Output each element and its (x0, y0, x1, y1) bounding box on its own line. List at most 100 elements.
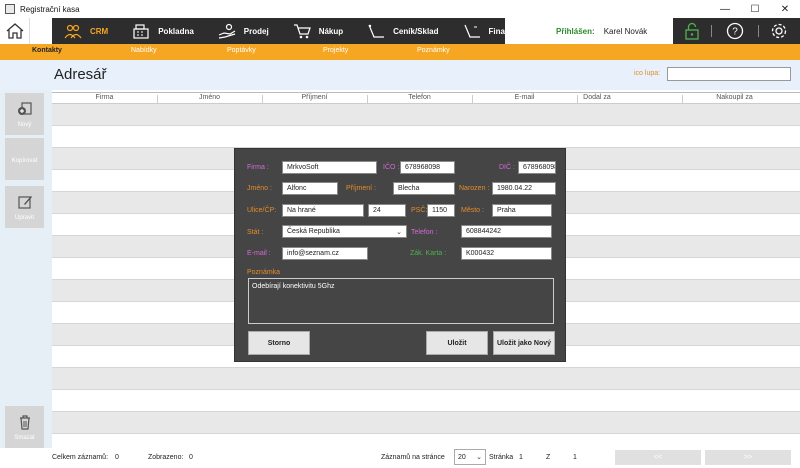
cart-icon (291, 22, 313, 40)
lock-button[interactable] (673, 18, 711, 44)
nav-nakup-label: Nákup (318, 26, 344, 36)
help-icon: ? (726, 22, 744, 40)
stat-select-value: Česká Republika (287, 228, 340, 235)
cp-field[interactable]: 24 (368, 204, 406, 217)
gear-icon (771, 23, 787, 39)
nav-crm-label: CRM (90, 26, 109, 36)
login-user: Karel Novák (603, 26, 648, 36)
copy-button[interactable]: Kopírovat (5, 138, 44, 180)
window-titlebar: Registrační kasa — ☐ ✕ (0, 0, 800, 18)
ulice-label: Ulice/ČP: (247, 207, 277, 214)
nav-pokladna[interactable]: Pokladna (120, 18, 206, 44)
prijmeni-label: Příjmení : (346, 185, 376, 192)
settings-button[interactable] (759, 18, 799, 44)
ico-search-input[interactable] (667, 67, 791, 81)
firma-label: Firma : (247, 164, 269, 171)
narozen-field[interactable]: 1980.04.22 (492, 182, 556, 195)
sidebar: Nový Kopírovat Upravit Smazat (0, 90, 52, 450)
column-header-telefon[interactable]: Telefon (367, 94, 472, 101)
maximize-button[interactable]: ☐ (740, 0, 770, 18)
dic-field[interactable]: 678968098 (518, 161, 556, 174)
page-title: Adresář (54, 66, 107, 83)
column-header-prijmeni[interactable]: Příjmení (262, 94, 367, 101)
next-page-button[interactable]: >> (705, 450, 791, 465)
shown-records-value: 0 (189, 454, 193, 461)
column-header-firma[interactable]: Firma (52, 94, 157, 101)
lock-icon (685, 22, 699, 40)
nav-cenik-sklad[interactable]: Ceník/Sklad (355, 18, 450, 44)
home-icon (6, 23, 23, 39)
home-button[interactable] (0, 18, 30, 44)
dic-label: DIČ : (499, 164, 515, 171)
mesto-label: Město : (461, 207, 484, 214)
jmeno-field[interactable]: Alfonc (282, 182, 338, 195)
table-row[interactable] (52, 390, 800, 412)
table-row[interactable] (52, 412, 800, 434)
new-button[interactable]: Nový (5, 93, 44, 135)
table-header: Firma Jméno Příjmení Telefon E-mail Doda… (52, 92, 800, 104)
stat-label: Stát : (247, 229, 264, 236)
firma-field[interactable]: MrkvoSoft (282, 161, 377, 174)
subnav-poptavky[interactable]: Poptávky (227, 47, 256, 54)
finance-icon (461, 22, 483, 40)
stat-select[interactable]: Česká Republika ⌄ (282, 225, 407, 238)
contact-edit-dialog: Firma : MrkvoSoft IČO : 678968098 DIČ : … (234, 148, 566, 362)
delete-button[interactable]: Smazat (5, 406, 44, 448)
nav-nakup[interactable]: Nákup (281, 18, 355, 44)
trash-icon (19, 415, 30, 430)
column-header-nakoupil-za[interactable]: Nakoupil za (682, 94, 787, 101)
new-button-label: Nový (17, 122, 32, 128)
edit-icon (17, 196, 32, 209)
subnav-poznamky[interactable]: Poznámky (417, 47, 450, 54)
chevron-down-icon: ⌄ (396, 229, 402, 236)
psc-label: PSČ: (411, 207, 428, 214)
column-header-email[interactable]: E-mail (472, 94, 577, 101)
jmeno-label: Jméno : (247, 185, 272, 192)
subnav-nabidky[interactable]: Nabídky (131, 47, 157, 54)
column-header-dodal-za[interactable]: Dodal za (567, 94, 627, 101)
main-menu: CRM Pokladna Prodej Nákup Ceník/Sklad Fi… (52, 18, 519, 44)
psc-field[interactable]: 1150 (427, 204, 455, 217)
email-field[interactable]: info@seznam.cz (282, 247, 368, 260)
delete-button-label: Smazat (14, 435, 35, 441)
login-label: Přihlášen: (556, 26, 595, 36)
records-per-page-select[interactable]: 20 ⌄ (454, 449, 486, 465)
people-icon (62, 22, 84, 40)
nav-crm[interactable]: CRM (52, 18, 120, 44)
previous-page-button[interactable]: << (615, 450, 701, 465)
cash-register-icon (130, 22, 152, 40)
close-button[interactable]: ✕ (770, 0, 800, 18)
ico-field[interactable]: 678968098 (400, 161, 455, 174)
telefon-field[interactable]: 608844242 (461, 225, 552, 238)
edit-button-label: Upravit (14, 215, 34, 221)
minimize-button[interactable]: — (710, 0, 740, 18)
page-value: 1 (519, 454, 523, 461)
page-label: Stránka (489, 454, 514, 461)
save-as-new-button[interactable]: Uložit jako Nový (493, 331, 555, 355)
save-button[interactable]: Uložit (426, 331, 488, 355)
zakaznicka-karta-label: Zák. Karta : (410, 250, 447, 257)
poznamka-textarea[interactable]: Odebírají konektivitu 5Ghz (248, 278, 554, 324)
hand-coin-icon (216, 22, 238, 40)
narozen-label: Narozen : (459, 185, 490, 192)
help-button[interactable]: ? (712, 18, 758, 44)
subnav-projekty[interactable]: Projekty (323, 47, 348, 54)
nav-prodej[interactable]: Prodej (206, 18, 281, 44)
edit-button[interactable]: Upravit (5, 186, 44, 228)
subnav-kontakty[interactable]: Kontakty (32, 47, 62, 54)
window-title: Registrační kasa (20, 4, 80, 14)
telefon-label: Telefon : (411, 229, 438, 236)
table-row[interactable] (52, 104, 800, 126)
table-row[interactable] (52, 126, 800, 148)
storno-button[interactable]: Storno (248, 331, 310, 355)
table-row[interactable] (52, 368, 800, 390)
prijmeni-field[interactable]: Blecha (393, 182, 455, 195)
ulice-field[interactable]: Na hrané (282, 204, 364, 217)
zakaznicka-karta-field[interactable]: K000432 (461, 247, 552, 260)
nav-finance[interactable]: Finance (451, 18, 531, 44)
chevron-down-icon: ⌄ (476, 454, 482, 461)
mesto-field[interactable]: Praha (492, 204, 552, 217)
svg-text:?: ? (732, 27, 738, 38)
column-header-jmeno[interactable]: Jméno (157, 94, 262, 101)
total-records-value: 0 (115, 454, 119, 461)
